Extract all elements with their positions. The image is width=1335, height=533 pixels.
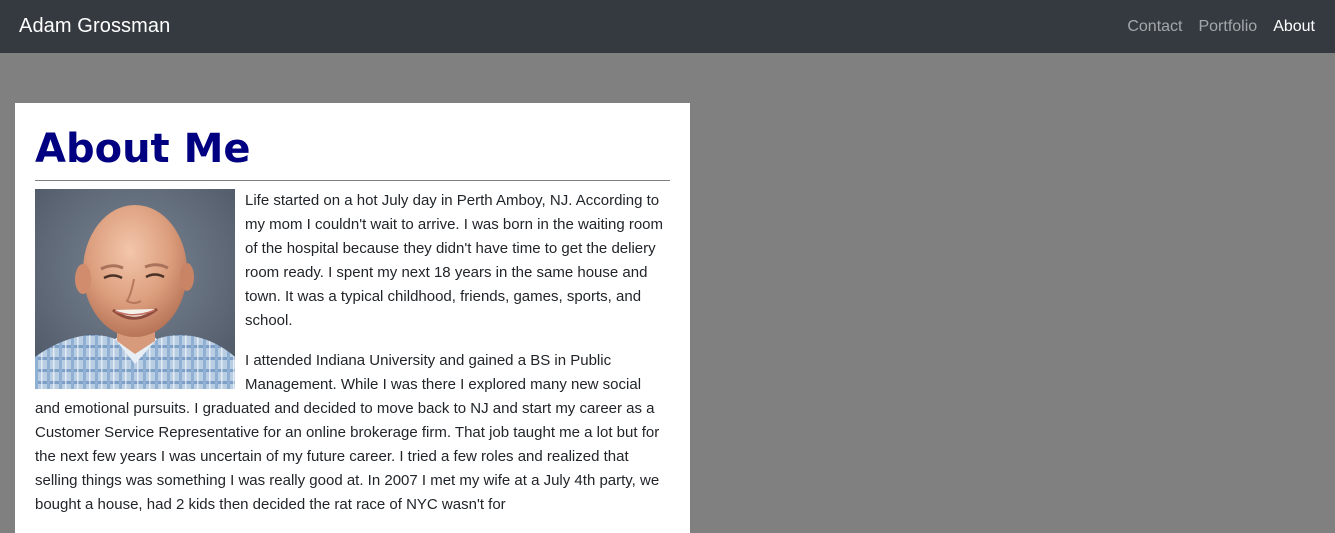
profile-photo	[35, 189, 235, 389]
title-divider	[35, 180, 670, 181]
about-card: About Me Life started on a hot July day …	[15, 103, 690, 533]
nav-link-contact[interactable]: Contact	[1127, 18, 1182, 36]
nav-links: Contact Portfolio About	[1127, 18, 1315, 36]
page-title: About Me	[35, 126, 251, 172]
nav-link-about[interactable]: About	[1273, 18, 1315, 36]
brand-link[interactable]: Adam Grossman	[19, 15, 170, 38]
top-navbar: Adam Grossman Contact Portfolio About	[0, 0, 1335, 53]
nav-link-portfolio[interactable]: Portfolio	[1198, 18, 1257, 36]
